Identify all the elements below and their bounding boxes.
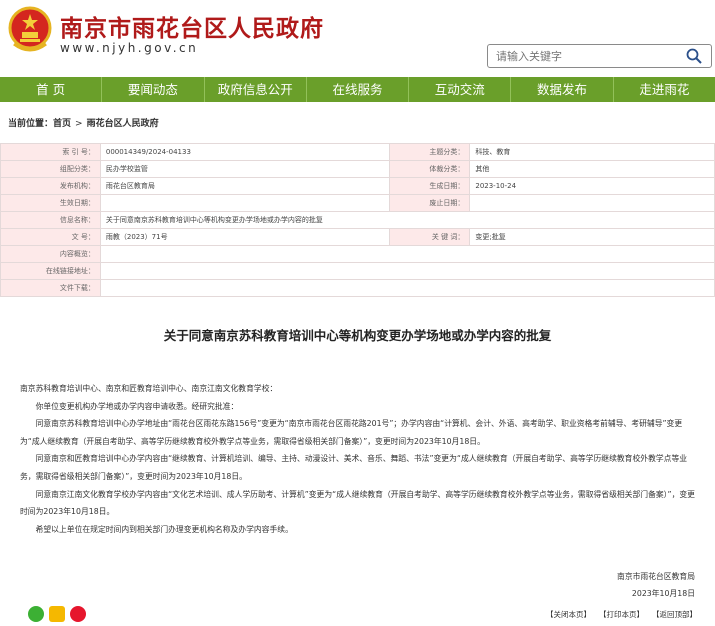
body-paragraph: 你单位变更机构办学地或办学内容申请收悉。经研究批准：: [35, 401, 239, 411]
metadata-row: 信息名称： 关于同意南京苏科教育培训中心等机构变更办学场地或办学内容的批复: [0, 211, 715, 229]
main-nav: 首 页 要闻动态 政府信息公开 在线服务 互动交流 数据发布 走进雨花: [0, 77, 715, 102]
metadata-label: 生成日期：: [389, 177, 471, 195]
metadata-label: 索 引 号：: [0, 143, 101, 161]
metadata-value: 雨教（2023）71号: [99, 228, 391, 246]
metadata-value: 变更;批复: [469, 228, 715, 246]
metadata-value: 2023-10-24: [469, 177, 715, 195]
metadata-row: 内容概览：: [0, 245, 715, 263]
metadata-label: 文 号：: [0, 228, 101, 246]
metadata-row: 在线链接地址：: [0, 262, 715, 280]
page-tools: 【关闭本页】 【打印本页】 【返回顶部】: [546, 609, 697, 620]
site-url: www.njyh.gov.cn: [60, 41, 199, 55]
search-input[interactable]: [494, 47, 678, 66]
metadata-row: 组配分类： 民办学校监管 体裁分类： 其他: [0, 160, 715, 178]
wechat-icon[interactable]: [28, 606, 44, 622]
nav-news[interactable]: 要闻动态: [102, 77, 205, 102]
metadata-label: 废止日期：: [389, 194, 471, 212]
metadata-label: 体裁分类：: [389, 160, 471, 178]
document-signature: 南京市雨花台区教育局 2023年10月18日: [617, 568, 695, 602]
back-to-top-link[interactable]: 【返回顶部】: [652, 609, 697, 620]
nav-home[interactable]: 首 页: [0, 77, 103, 102]
nav-info-disclosure[interactable]: 政府信息公开: [205, 77, 307, 102]
breadcrumb: 当前位置：首页 > 雨花台区人民政府: [8, 116, 159, 129]
metadata-value: [99, 194, 391, 212]
metadata-row: 文 号： 雨教（2023）71号关 键 词： 变更;批复: [0, 228, 715, 246]
metadata-row: 文件下载：: [0, 279, 715, 297]
nav-data-release[interactable]: 数据发布: [511, 77, 614, 102]
body-paragraph: 同意南京和匠教育培训中心办学内容由“继续教育、计算机培训、编导、主持、动漫设计、…: [20, 454, 688, 481]
breadcrumb-label: 当前位置：: [8, 119, 54, 129]
metadata-value: 000014349/2024-04133: [99, 143, 391, 161]
metadata-value: 雨花台区教育局: [99, 177, 391, 195]
search-icon[interactable]: [685, 47, 703, 65]
metadata-row: 索 引 号： 000014349/2024-04133 主题分类： 科技、教育: [0, 143, 715, 161]
share-bar: [28, 606, 86, 622]
sign-date: 2023年10月18日: [631, 589, 695, 598]
breadcrumb-separator: >: [75, 119, 83, 129]
metadata-label: 文件下载：: [0, 279, 101, 297]
metadata-value: [99, 245, 715, 263]
national-emblem-icon: [8, 6, 52, 52]
metadata-label: 发布机构：: [0, 177, 101, 195]
metadata-value: 关于同意南京苏科教育培训中心等机构变更办学场地或办学内容的批复: [99, 211, 715, 229]
document-metadata-table: 索 引 号： 000014349/2024-04133 主题分类： 科技、教育 组配分类…: [0, 143, 715, 297]
nav-interaction[interactable]: 互动交流: [409, 77, 512, 102]
print-page-link[interactable]: 【打印本页】: [599, 609, 644, 620]
metadata-row: 发布机构： 雨花台区教育局 生成日期： 2023-10-24: [0, 177, 715, 195]
metadata-value: 科技、教育: [469, 143, 715, 161]
body-paragraph: 南京苏科教育培训中心、南京和匠教育培训中心、南京江南文化教育学校：: [20, 384, 278, 393]
body-paragraph: 同意南京苏科教育培训中心办学地址由“雨花台区雨花东路156号”变更为“南京市雨花…: [20, 419, 683, 446]
metadata-value: 民办学校监管: [99, 160, 391, 178]
metadata-label: 内容概览：: [0, 245, 101, 263]
breadcrumb-current[interactable]: 雨花台区人民政府: [87, 119, 159, 129]
close-page-link[interactable]: 【关闭本页】: [546, 609, 591, 620]
signer: 南京市雨花台区教育局: [617, 572, 695, 581]
nav-online-service[interactable]: 在线服务: [307, 77, 410, 102]
qzone-icon[interactable]: [49, 606, 65, 622]
breadcrumb-home[interactable]: 首页: [53, 119, 71, 129]
body-paragraph: 同意南京江南文化教育学校办学内容由“文化艺术培训、成人学历助考、计算机”变更为“…: [20, 489, 695, 517]
site-header: 南京市雨花台区人民政府 www.njyh.gov.cn: [0, 0, 715, 75]
site-title: 南京市雨花台区人民政府: [60, 16, 324, 42]
metadata-value: [99, 262, 715, 280]
weibo-icon[interactable]: [70, 606, 86, 622]
document-body: 南京苏科教育培训中心、南京和匠教育培训中心、南京江南文化教育学校： 你单位变更机构…: [20, 380, 695, 538]
document-title: 关于同意南京苏科教育培训中心等机构变更办学场地或办学内容的批复: [163, 328, 552, 343]
metadata-label: 组配分类：: [0, 160, 101, 178]
metadata-value: 其他: [469, 160, 715, 178]
metadata-label: 信息名称：: [0, 211, 101, 229]
metadata-value: [469, 194, 715, 212]
search-box: [487, 44, 712, 68]
body-paragraph: 希望以上单位在规定时间内到相关部门办理变更机构名称及办学内容手续。: [35, 524, 293, 534]
metadata-label: 在线链接地址：: [0, 262, 101, 280]
metadata-label: 生效日期：: [0, 194, 101, 212]
metadata-label: 关 键 词：: [389, 228, 471, 246]
metadata-row: 生效日期： 废止日期：: [0, 194, 715, 212]
nav-about-yuhua[interactable]: 走进雨花: [614, 77, 715, 102]
metadata-label: 主题分类：: [389, 143, 471, 161]
metadata-value: [99, 279, 715, 297]
